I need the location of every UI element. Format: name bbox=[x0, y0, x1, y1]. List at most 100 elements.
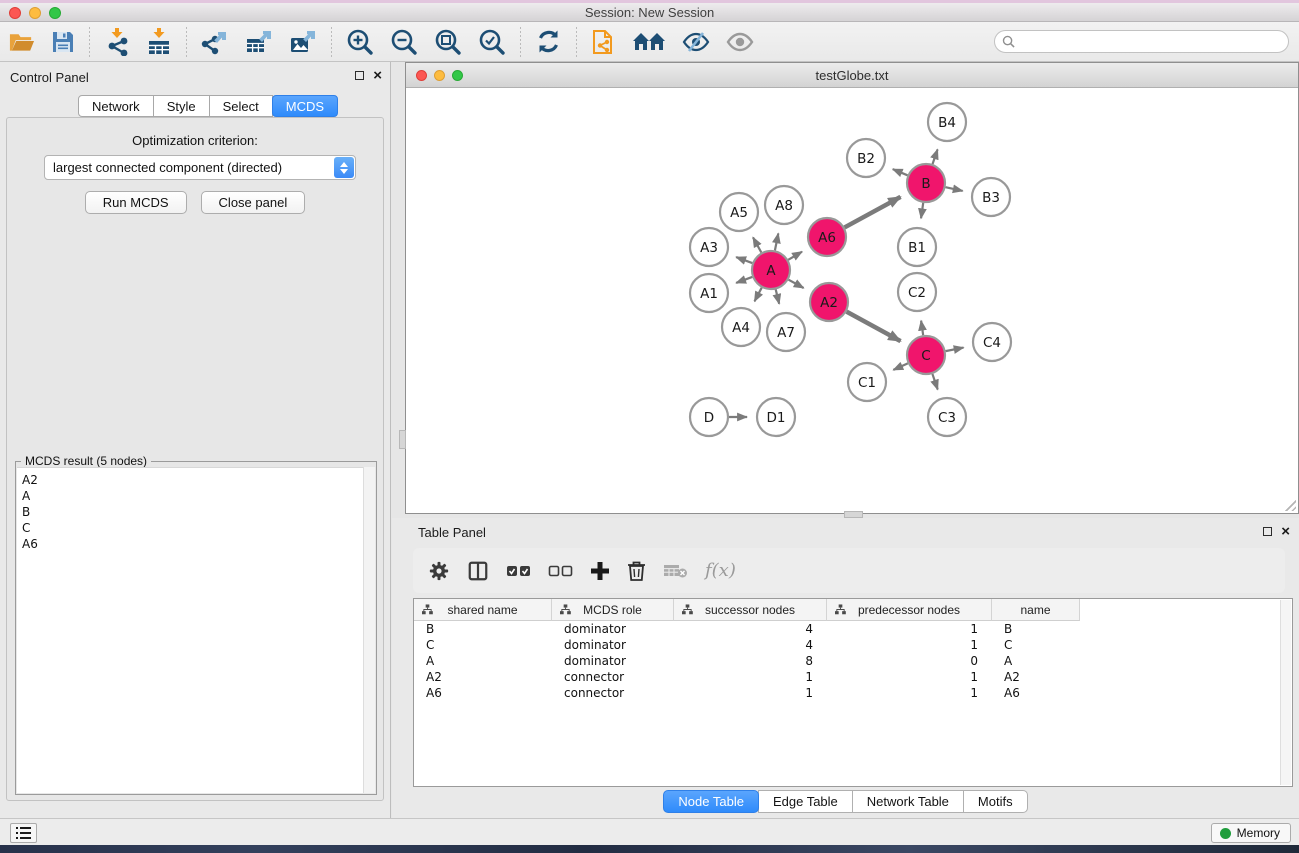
table-row[interactable]: Adominator80A bbox=[414, 653, 1280, 669]
table-settings-button[interactable] bbox=[428, 560, 450, 582]
table-cell[interactable]: 8 bbox=[674, 653, 827, 669]
criterion-dropdown[interactable]: largest connected component (directed) bbox=[44, 155, 356, 180]
network-canvas[interactable]: AA1A2A3A4A5A6A7A8BB1B2B3B4CC1C2C3C4DD1 bbox=[406, 88, 1298, 513]
graph-node-B4[interactable]: B4 bbox=[928, 103, 966, 141]
network-canvas-svg[interactable]: AA1A2A3A4A5A6A7A8BB1B2B3B4CC1C2C3C4DD1 bbox=[406, 88, 1298, 513]
import-network-button[interactable] bbox=[96, 26, 138, 58]
graph-node-B3[interactable]: B3 bbox=[972, 178, 1010, 216]
table-cell[interactable]: 1 bbox=[827, 685, 992, 701]
tab-network[interactable]: Network bbox=[78, 95, 154, 117]
open-file-button[interactable] bbox=[0, 26, 43, 58]
graph-node-B1[interactable]: B1 bbox=[898, 228, 936, 266]
first-neighbors-button[interactable] bbox=[624, 26, 674, 58]
graph-edge-A6-B[interactable] bbox=[845, 197, 901, 228]
network-window-titlebar[interactable]: testGlobe.txt bbox=[406, 63, 1298, 88]
graph-node-A3[interactable]: A3 bbox=[690, 228, 728, 266]
table-cell[interactable]: 1 bbox=[674, 669, 827, 685]
delete-column-button[interactable] bbox=[627, 560, 646, 582]
column-header-successor-nodes[interactable]: successor nodes bbox=[674, 599, 827, 621]
table-cell[interactable]: 1 bbox=[827, 637, 992, 653]
new-network-from-selection-button[interactable] bbox=[583, 26, 624, 58]
graph-edge-A-A3[interactable] bbox=[736, 257, 752, 263]
close-panel-icon[interactable]: × bbox=[373, 70, 382, 81]
run-mcds-button[interactable]: Run MCDS bbox=[85, 191, 187, 214]
search-input[interactable] bbox=[1020, 33, 1288, 51]
table-cell[interactable]: A6 bbox=[992, 685, 1080, 701]
graph-node-A4[interactable]: A4 bbox=[722, 308, 760, 346]
select-all-rows-button[interactable] bbox=[506, 563, 531, 579]
table-scrollbar[interactable] bbox=[1280, 600, 1291, 785]
table-row[interactable]: Cdominator41C bbox=[414, 637, 1280, 653]
table-cell[interactable]: B bbox=[992, 621, 1080, 637]
graph-node-C4[interactable]: C4 bbox=[973, 323, 1011, 361]
table-cell[interactable]: 0 bbox=[827, 653, 992, 669]
table-cell[interactable]: B bbox=[414, 621, 552, 637]
graph-node-C3[interactable]: C3 bbox=[928, 398, 966, 436]
graph-edge-C-C2[interactable] bbox=[921, 321, 923, 335]
table-cell[interactable]: dominator bbox=[552, 637, 674, 653]
graph-node-A6[interactable]: A6 bbox=[808, 218, 846, 256]
column-header-predecessor-nodes[interactable]: predecessor nodes bbox=[827, 599, 992, 621]
hide-selected-button[interactable] bbox=[674, 26, 718, 58]
graph-edge-A-A5[interactable] bbox=[753, 237, 761, 252]
column-header-name[interactable]: name bbox=[992, 599, 1080, 621]
column-visibility-button[interactable] bbox=[467, 560, 489, 582]
graph-edge-C-C3[interactable] bbox=[932, 374, 937, 390]
graph-node-A2[interactable]: A2 bbox=[810, 283, 848, 321]
table-cell[interactable]: 4 bbox=[674, 621, 827, 637]
graph-edge-C-C1[interactable] bbox=[893, 363, 907, 370]
table-cell[interactable]: A bbox=[992, 653, 1080, 669]
tab-style[interactable]: Style bbox=[153, 95, 210, 117]
vertical-splitter-handle[interactable] bbox=[399, 430, 406, 449]
graph-node-A8[interactable]: A8 bbox=[765, 186, 803, 224]
graph-node-D1[interactable]: D1 bbox=[757, 398, 795, 436]
zoom-fit-button[interactable] bbox=[426, 26, 470, 58]
table-row[interactable]: A2connector11A2 bbox=[414, 669, 1280, 685]
mcds-result-list[interactable]: A2ABCA6 bbox=[17, 467, 375, 793]
graph-node-A7[interactable]: A7 bbox=[767, 313, 805, 351]
graph-edge-B-B3[interactable] bbox=[946, 187, 963, 191]
graph-edge-A-A6[interactable] bbox=[788, 252, 802, 260]
horizontal-splitter-handle[interactable] bbox=[844, 511, 863, 518]
tab-node-table[interactable]: Node Table bbox=[663, 790, 759, 813]
graph-edge-C-C4[interactable] bbox=[946, 348, 964, 352]
graph-edge-A-A4[interactable] bbox=[755, 288, 762, 302]
graph-node-A5[interactable]: A5 bbox=[720, 193, 758, 231]
graph-edge-A-A1[interactable] bbox=[736, 277, 752, 283]
graph-edge-B-B4[interactable] bbox=[933, 149, 938, 164]
table-cell[interactable]: C bbox=[414, 637, 552, 653]
table-cell[interactable]: A6 bbox=[414, 685, 552, 701]
tab-select[interactable]: Select bbox=[209, 95, 273, 117]
graph-node-C2[interactable]: C2 bbox=[898, 273, 936, 311]
export-table-button[interactable] bbox=[237, 26, 281, 58]
graph-node-A1[interactable]: A1 bbox=[690, 274, 728, 312]
export-network-button[interactable] bbox=[193, 26, 237, 58]
tab-mcds[interactable]: MCDS bbox=[272, 95, 338, 117]
refresh-layout-button[interactable] bbox=[527, 26, 570, 58]
table-row[interactable]: Bdominator41B bbox=[414, 621, 1280, 637]
table-cell[interactable]: A2 bbox=[414, 669, 552, 685]
table-cell[interactable]: 1 bbox=[827, 621, 992, 637]
table-cell[interactable]: A2 bbox=[992, 669, 1080, 685]
tab-network-table[interactable]: Network Table bbox=[852, 790, 964, 813]
export-image-button[interactable] bbox=[281, 26, 325, 58]
graph-node-C[interactable]: C bbox=[907, 336, 945, 374]
tab-motifs[interactable]: Motifs bbox=[963, 790, 1028, 813]
graph-node-A[interactable]: A bbox=[752, 251, 790, 289]
result-list-scrollbar[interactable] bbox=[363, 467, 375, 793]
zoom-out-button[interactable] bbox=[382, 26, 426, 58]
graph-edge-B-B2[interactable] bbox=[893, 169, 908, 175]
graph-node-B2[interactable]: B2 bbox=[847, 139, 885, 177]
column-header-shared-name[interactable]: shared name bbox=[414, 599, 552, 621]
table-cell[interactable]: 4 bbox=[674, 637, 827, 653]
save-session-button[interactable] bbox=[43, 26, 83, 58]
result-item[interactable]: B bbox=[22, 504, 375, 520]
table-cell[interactable]: dominator bbox=[552, 621, 674, 637]
task-history-button[interactable] bbox=[10, 823, 37, 843]
graph-edge-A-A7[interactable] bbox=[776, 289, 779, 303]
tab-edge-table[interactable]: Edge Table bbox=[758, 790, 853, 813]
table-cell[interactable]: connector bbox=[552, 669, 674, 685]
zoom-in-button[interactable] bbox=[338, 26, 382, 58]
graph-node-B[interactable]: B bbox=[907, 164, 945, 202]
graph-edge-A-A8[interactable] bbox=[775, 233, 778, 250]
